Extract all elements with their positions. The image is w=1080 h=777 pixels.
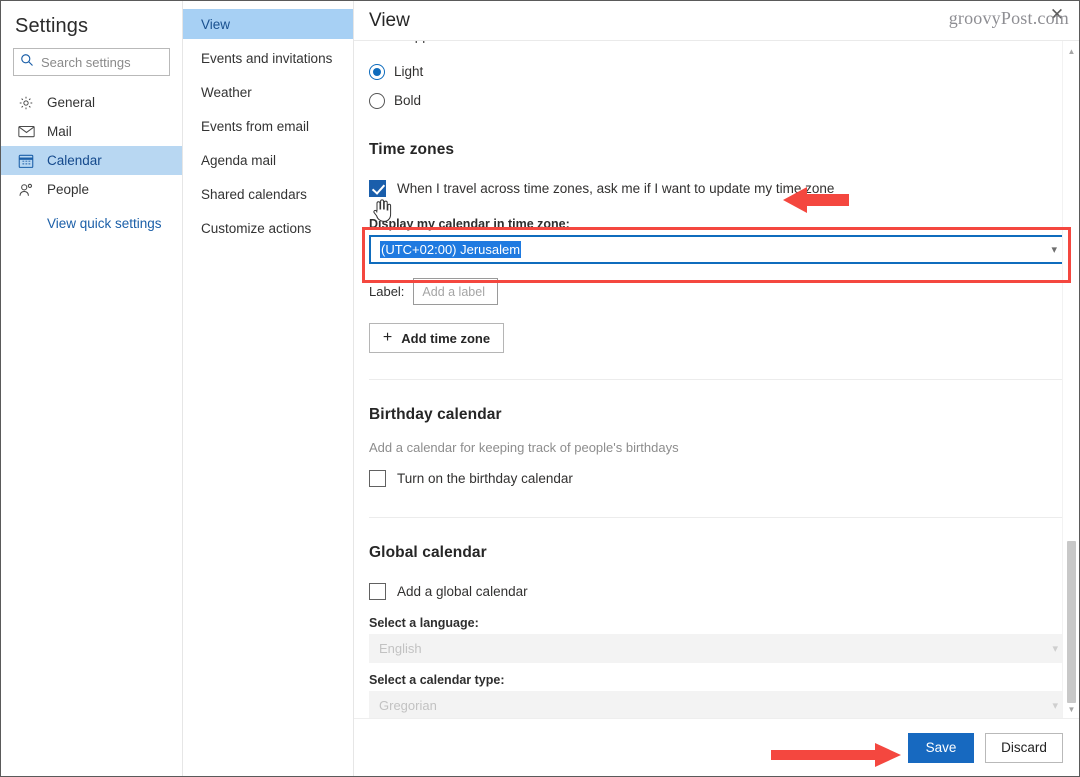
timezone-label-row: Label: Add a label (369, 278, 1079, 305)
birthday-calendar-heading: Birthday calendar (369, 406, 502, 423)
subnav-item-customize-actions[interactable]: Customize actions (183, 213, 353, 243)
language-select[interactable]: English ▾ (369, 634, 1067, 663)
timezone-label-input[interactable]: Add a label (413, 278, 499, 305)
sidebar-item-label: Calendar (47, 153, 102, 168)
people-icon (17, 182, 35, 198)
footer-actions: Save Discard (354, 718, 1079, 776)
birthday-calendar-checkbox[interactable] (369, 469, 386, 487)
global-calendar-heading: Global calendar (369, 544, 487, 561)
global-calendar-label: Add a global calendar (397, 583, 528, 599)
radio-option-light[interactable]: Light (369, 57, 1079, 86)
language-value: English (379, 641, 422, 656)
subnav-item-label: Customize actions (201, 220, 312, 236)
chevron-down-icon: ▾ (1052, 700, 1058, 712)
subnav-item-agenda-mail[interactable]: Agenda mail (183, 145, 353, 175)
page-title: Settings (15, 15, 89, 37)
timezone-label-placeholder: Add a label (422, 284, 485, 299)
scroll-down-icon[interactable]: ▼ (1063, 701, 1080, 718)
radio-light-icon[interactable] (369, 63, 385, 80)
calendar-type-value: Gregorian (379, 698, 437, 713)
calendar-type-select[interactable]: Gregorian ▾ (369, 691, 1067, 718)
calendar-icon (17, 153, 35, 169)
birthday-calendar-checkbox-row[interactable]: Turn on the birthday calendar (369, 465, 1079, 491)
scroll-up-icon[interactable]: ▲ (1063, 43, 1080, 60)
display-timezone-field: Display my calendar in time zone: (UTC+0… (369, 217, 1067, 264)
sidebar-item-label: General (47, 95, 96, 110)
watermark: groovyPost.com (948, 8, 1069, 28)
radio-label: Bold (394, 93, 422, 108)
scrollbar-thumb[interactable] (1067, 541, 1076, 703)
divider (369, 517, 1079, 518)
content-header: View ✕ groovyPost.com (354, 1, 1079, 41)
calendar-subsection-list: View Events and invitations Weather Even… (183, 1, 354, 776)
global-calendar-checkbox[interactable] (369, 582, 386, 600)
settings-window: Settings Search settings General Mail Ca… (0, 0, 1080, 777)
plus-icon: + (382, 329, 393, 346)
divider (369, 379, 1079, 380)
time-zones-heading: Time zones (369, 141, 455, 158)
subnav-item-view[interactable]: View (183, 9, 353, 39)
mail-icon (17, 125, 35, 138)
language-field: Select a language: English ▾ (369, 616, 1067, 663)
sidebar-item-mail[interactable]: Mail (1, 117, 182, 146)
subnav-item-label: Weather (201, 84, 252, 100)
subnav-item-shared-calendars[interactable]: Shared calendars (183, 179, 353, 209)
event-appearance-label: Event appearance: (369, 41, 1079, 57)
add-time-zone-label: Add time zone (401, 330, 491, 346)
calendar-type-label: Select a calendar type: (369, 673, 505, 687)
global-calendar-checkbox-row[interactable]: Add a global calendar (369, 578, 1079, 604)
travel-timezone-label: When I travel across time zones, ask me … (397, 180, 835, 196)
chevron-down-icon: ▾ (1051, 244, 1057, 256)
subnav-item-events-and-invitations[interactable]: Events and invitations (183, 43, 353, 73)
sidebar-item-people[interactable]: People (1, 175, 182, 204)
timezone-label-caption: Label: (369, 284, 405, 299)
radio-bold-icon[interactable] (369, 92, 385, 109)
subnav-item-label: Events from email (201, 118, 310, 134)
sidebar-item-label: People (47, 182, 90, 197)
subnav-item-label: Shared calendars (201, 186, 307, 202)
language-label: Select a language: (369, 616, 479, 630)
radio-label: Light (394, 64, 424, 79)
birthday-calendar-label: Turn on the birthday calendar (397, 470, 573, 486)
subnav-item-label: Agenda mail (201, 152, 277, 168)
sidebar-item-general[interactable]: General (1, 88, 182, 117)
display-timezone-value: (UTC+02:00) Jerusalem (380, 241, 522, 258)
settings-scroll-area: Event appearance: Light Bold Time zones … (354, 41, 1079, 718)
calendar-type-field: Select a calendar type: Gregorian ▾ (369, 673, 1067, 718)
birthday-calendar-description: Add a calendar for keeping track of peop… (369, 440, 679, 455)
add-time-zone-button[interactable]: + Add time zone (369, 323, 504, 353)
gear-icon (17, 95, 35, 111)
sidebar-item-label: Mail (47, 124, 72, 139)
search-wrapper: Search settings (1, 48, 182, 88)
content-title: View (369, 9, 410, 31)
display-timezone-select[interactable]: (UTC+02:00) Jerusalem ▾ (369, 235, 1067, 264)
sidebar-item-calendar[interactable]: Calendar (1, 146, 182, 175)
subnav-item-weather[interactable]: Weather (183, 77, 353, 107)
search-input[interactable]: Search settings (13, 48, 170, 76)
travel-timezone-checkbox[interactable] (369, 179, 386, 197)
radio-option-bold[interactable]: Bold (369, 86, 1079, 115)
view-quick-settings-link[interactable]: View quick settings (1, 204, 182, 231)
settings-sidebar: Settings Search settings General Mail Ca… (1, 1, 183, 776)
travel-timezone-checkbox-row[interactable]: When I travel across time zones, ask me … (369, 175, 1079, 201)
search-placeholder: Search settings (41, 54, 131, 70)
content-pane: View ✕ groovyPost.com Event appearance: … (354, 1, 1079, 776)
discard-button[interactable]: Discard (985, 732, 1063, 763)
subnav-item-label: Events and invitations (201, 50, 333, 66)
subnav-item-label: View (201, 16, 231, 32)
search-icon (20, 53, 34, 72)
save-button[interactable]: Save (908, 732, 974, 763)
display-timezone-label: Display my calendar in time zone: (369, 217, 570, 231)
vertical-scrollbar[interactable]: ▲ ▼ (1062, 41, 1079, 718)
subnav-item-events-from-email[interactable]: Events from email (183, 111, 353, 141)
chevron-down-icon: ▾ (1052, 643, 1058, 655)
